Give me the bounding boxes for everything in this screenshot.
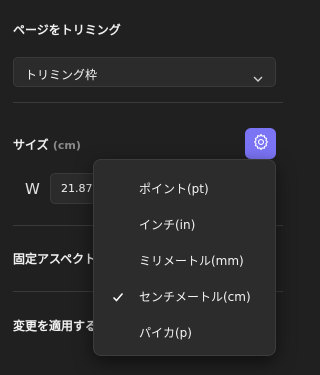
menu-item-label: ミリメートル(mm) [139,254,244,268]
unit-menu: ポイント(pt) インチ(in) ミリメートル(mm) センチメートル(cm) … [93,159,276,356]
menu-item-label: パイカ(p) [139,326,192,340]
gear-icon [252,133,270,155]
size-title-text: サイズ [13,138,49,152]
width-label: W [25,180,40,198]
checkmark-icon [112,288,124,307]
width-input-value: 21.87 [61,182,93,195]
unit-menu-item-in[interactable]: インチ(in) [94,205,275,241]
size-unit: (cm) [52,139,81,152]
unit-menu-item-pt[interactable]: ポイント(pt) [94,169,275,205]
menu-item-label: ポイント(pt) [139,182,209,196]
menu-item-label: インチ(in) [139,218,196,232]
apply-changes-label: 変更を適用する [13,319,98,333]
unit-menu-item-p[interactable]: パイカ(p) [94,313,275,349]
page-crop-title: ページをトリミング [13,23,121,37]
unit-settings-button[interactable] [245,128,276,159]
unit-menu-item-cm[interactable]: センチメートル(cm) [94,277,275,313]
chevron-down-icon [253,68,263,87]
crop-box-select[interactable]: トリミング枠 [13,57,276,87]
fixed-aspect-label: 固定アスペクト [13,252,97,266]
unit-menu-item-mm[interactable]: ミリメートル(mm) [94,241,275,277]
size-title: サイズ (cm) [13,136,81,153]
divider [13,102,283,103]
crop-box-select-value: トリミング枠 [25,68,98,82]
menu-item-label: センチメートル(cm) [139,290,251,304]
